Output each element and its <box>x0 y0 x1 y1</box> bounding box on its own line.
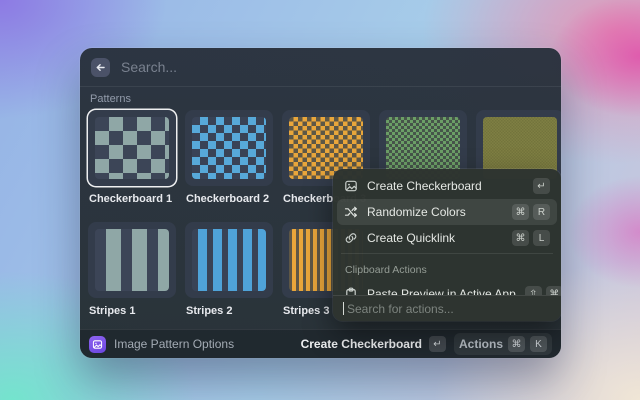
pattern-card <box>185 110 273 186</box>
menu-item-label: Randomize Colors <box>367 205 503 219</box>
actions-label: Actions <box>459 337 503 351</box>
l-key-badge: L <box>533 230 550 246</box>
section-title-patterns: Patterns <box>90 93 551 105</box>
menu-section-clipboard: Clipboard Actions <box>337 256 557 281</box>
menu-item-label: Create Quicklink <box>367 231 503 245</box>
launcher-window: Search... Patterns Checkerboard 1 Checke… <box>80 48 561 358</box>
actions-menu-button[interactable]: Actions ⌘ K <box>454 333 552 355</box>
tile-label: Stripes 2 <box>185 305 273 318</box>
shortcut-keys: ↵ <box>533 178 550 194</box>
shortcut-keys: ⌘ R <box>512 204 550 220</box>
pattern-card <box>88 110 176 186</box>
back-button[interactable] <box>91 58 110 77</box>
link-icon <box>344 231 358 245</box>
tile-label: Checkerboard 2 <box>185 193 273 206</box>
image-icon <box>92 339 103 350</box>
tile-label: Checkerboard 1 <box>88 193 176 206</box>
menu-item-create-quicklink[interactable]: Create Quicklink ⌘ L <box>337 225 557 251</box>
menu-item-randomize-colors[interactable]: Randomize Colors ⌘ R <box>337 199 557 225</box>
arrow-left-icon <box>95 62 106 73</box>
extension-name: Image Pattern Options <box>114 337 293 351</box>
shortcut-keys: ⌘ L <box>512 230 550 246</box>
primary-action-label: Create Checkerboard <box>301 337 422 351</box>
tile-checkerboard-1[interactable]: Checkerboard 1 <box>88 110 176 206</box>
stripes-preview <box>95 229 169 291</box>
checkerboard-preview <box>192 117 266 179</box>
extension-icon <box>89 336 106 353</box>
actions-menu-panel: Create Checkerboard ↵ Randomize Colors <box>333 169 561 321</box>
cmd-key-badge: ⌘ <box>508 336 525 352</box>
image-icon <box>344 179 358 193</box>
pattern-card <box>88 222 176 298</box>
tile-stripes-2[interactable]: Stripes 2 <box>185 222 273 318</box>
pattern-card <box>185 222 273 298</box>
text-cursor <box>343 302 344 315</box>
k-key-badge: K <box>530 336 547 352</box>
search-header: Search... <box>80 48 561 87</box>
tile-label: Stripes 1 <box>88 305 176 318</box>
menu-item-label: Create Checkerboard <box>367 179 524 193</box>
stripes-preview <box>192 229 266 291</box>
status-bar: Image Pattern Options Create Checkerboar… <box>80 329 561 358</box>
primary-action-button[interactable]: Create Checkerboard ↵ <box>301 336 446 352</box>
tile-stripes-1[interactable]: Stripes 1 <box>88 222 176 318</box>
search-input[interactable]: Search... <box>121 59 177 75</box>
checkerboard-preview <box>95 117 169 179</box>
desktop-background: Search... Patterns Checkerboard 1 Checke… <box>0 0 640 400</box>
r-key-badge: R <box>533 204 550 220</box>
cmd-key-badge: ⌘ <box>512 204 529 220</box>
cmd-key-badge: ⌘ <box>512 230 529 246</box>
menu-item-create-checkerboard[interactable]: Create Checkerboard ↵ <box>337 173 557 199</box>
return-key-badge: ↵ <box>533 178 550 194</box>
actions-search-input[interactable]: Search for actions... <box>333 295 561 321</box>
actions-search-placeholder: Search for actions... <box>347 302 454 316</box>
tile-checkerboard-2[interactable]: Checkerboard 2 <box>185 110 273 206</box>
menu-divider <box>341 253 553 254</box>
shuffle-icon <box>344 205 358 219</box>
return-key-badge: ↵ <box>429 336 446 352</box>
